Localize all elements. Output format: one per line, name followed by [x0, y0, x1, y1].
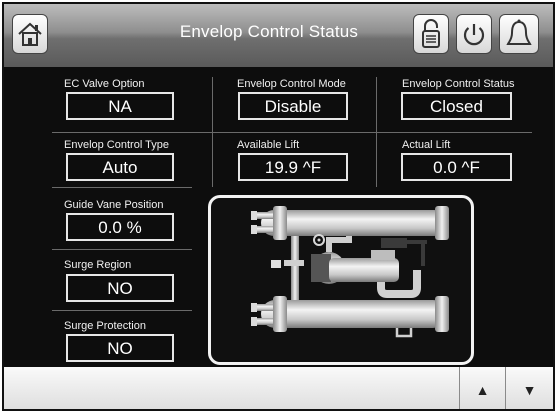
home-icon — [18, 22, 42, 46]
page-title: Envelop Control Status — [179, 22, 359, 41]
compressor-motor — [329, 258, 399, 282]
guide-vane-position-label: Guide Vane Position — [64, 199, 164, 211]
surge-region-label: Surge Region — [64, 259, 132, 271]
up-arrow-icon: ▲ — [475, 382, 490, 398]
lock-icon — [422, 19, 440, 48]
surge-protection-label: Surge Protection — [64, 320, 146, 332]
lock-button[interactable] — [413, 14, 449, 54]
envelop-control-status-label: Envelop Control Status — [402, 78, 515, 90]
envelop-control-mode-value: Disable — [238, 92, 348, 120]
row-divider — [52, 310, 192, 311]
actual-lift-label: Actual Lift — [402, 139, 451, 151]
ec-valve-option-label: EC Valve Option — [64, 78, 145, 90]
surge-region-value: NO — [66, 274, 174, 302]
alarm-button[interactable] — [499, 14, 539, 54]
chiller-illustration — [251, 206, 449, 338]
envelop-control-type-label: Envelop Control Type — [64, 139, 169, 151]
screen-frame: Envelop Control Status EC Valve Option N… — [2, 2, 555, 411]
envelop-control-mode-label: Envelop Control Mode — [237, 78, 346, 90]
home-button[interactable] — [12, 14, 48, 54]
available-lift-value: 19.9 ^F — [238, 153, 348, 181]
surge-protection-value: NO — [66, 334, 174, 362]
column-divider — [376, 77, 377, 187]
scroll-down-button[interactable]: ▼ — [505, 367, 553, 409]
row-divider — [52, 249, 192, 250]
ec-valve-option-value: NA — [66, 92, 174, 120]
actual-lift-value: 0.0 ^F — [401, 153, 512, 181]
available-lift-label: Available Lift — [237, 139, 300, 151]
main-panel: EC Valve Option NA Envelop Control Mode … — [4, 67, 553, 367]
footer-bar: ▲ ▼ — [4, 367, 553, 409]
header-bar: Envelop Control Status — [4, 4, 553, 67]
row-divider — [52, 187, 192, 188]
condenser-shell — [261, 210, 447, 236]
evaporator-shell — [261, 300, 447, 328]
envelop-control-status-value: Closed — [401, 92, 512, 120]
alarm-bell-icon — [506, 19, 532, 45]
column-divider — [212, 77, 213, 187]
power-icon — [463, 24, 485, 46]
chiller-diagram — [208, 195, 474, 365]
power-button[interactable] — [456, 14, 492, 54]
envelop-control-type-value: Auto — [66, 153, 174, 181]
scroll-up-button[interactable]: ▲ — [459, 367, 505, 409]
down-arrow-icon: ▼ — [522, 382, 537, 398]
guide-vane-position-value: 0.0 % — [66, 213, 174, 241]
row-divider — [52, 132, 532, 133]
